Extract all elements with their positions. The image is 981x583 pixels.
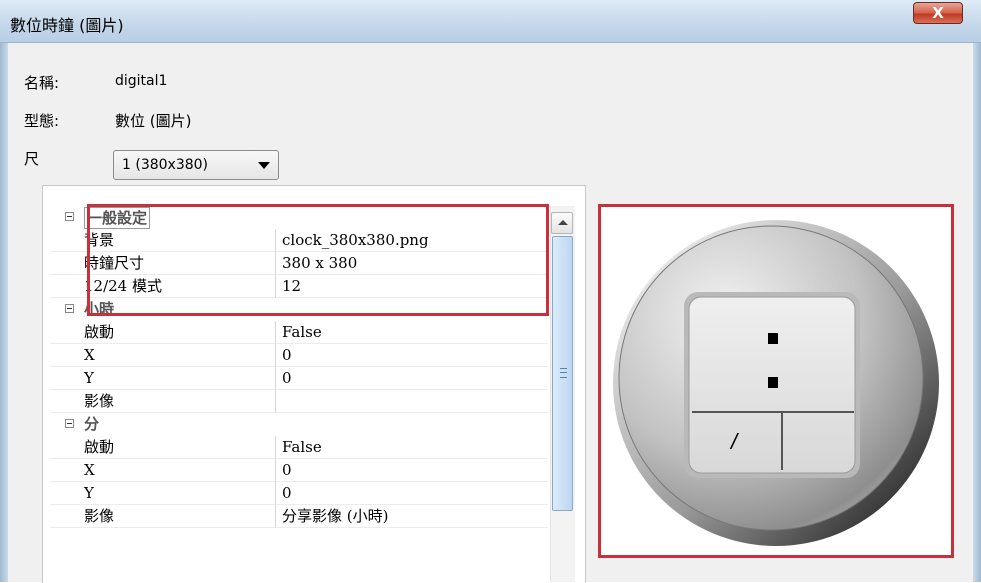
- property-key: 影像: [50, 390, 275, 413]
- property-row[interactable]: Y 0: [50, 482, 548, 505]
- property-value[interactable]: 分享影像 (小時): [275, 505, 548, 528]
- scrollbar-thumb[interactable]: [552, 236, 573, 511]
- highlight-box-general-settings: [87, 204, 549, 316]
- property-key: X: [50, 459, 275, 482]
- chevron-down-icon: [258, 162, 270, 169]
- property-value[interactable]: 0: [275, 459, 548, 482]
- property-value[interactable]: 0: [275, 344, 548, 367]
- property-key: 啟動: [50, 436, 275, 459]
- property-key: Y: [50, 482, 275, 505]
- property-row[interactable]: Y 0: [50, 367, 548, 390]
- scroll-up-arrow-icon[interactable]: [551, 212, 573, 234]
- property-row[interactable]: 啟動 False: [50, 436, 548, 459]
- property-row[interactable]: 影像 分享影像 (小時): [50, 505, 548, 528]
- property-key: 啟動: [50, 321, 275, 344]
- property-value[interactable]: False: [275, 436, 548, 459]
- name-label: 名稱:: [24, 74, 60, 92]
- size-dropdown[interactable]: 1 (380x380): [113, 150, 279, 180]
- type-label: 型態:: [24, 112, 60, 130]
- collapse-icon[interactable]: [65, 304, 74, 313]
- collapse-icon[interactable]: [65, 419, 74, 428]
- window-right-border: [973, 0, 981, 582]
- property-row[interactable]: X 0: [50, 344, 548, 367]
- grip-icon: [560, 368, 567, 378]
- property-key: Y: [50, 367, 275, 390]
- collapse-icon[interactable]: [65, 212, 74, 221]
- property-row[interactable]: 影像: [50, 390, 548, 413]
- title-bar[interactable]: 數位時鐘 (圖片) X: [0, 0, 981, 43]
- property-value[interactable]: 0: [275, 367, 548, 390]
- close-button[interactable]: X: [913, 2, 963, 24]
- size-dropdown-value: 1 (380x380): [122, 157, 209, 173]
- property-row[interactable]: X 0: [50, 459, 548, 482]
- property-value[interactable]: False: [275, 321, 548, 344]
- property-key: 影像: [50, 505, 275, 528]
- size-label: 尺: [24, 150, 40, 168]
- type-value: 數位 (圖片): [115, 112, 192, 130]
- property-value[interactable]: 0: [275, 482, 548, 505]
- vertical-scrollbar[interactable]: [550, 206, 575, 582]
- window-left-border: [0, 0, 8, 582]
- property-value[interactable]: [275, 390, 548, 413]
- name-value: digital1: [115, 73, 168, 89]
- window-title: 數位時鐘 (圖片): [10, 16, 124, 35]
- property-row[interactable]: 啟動 False: [50, 321, 548, 344]
- category-minute[interactable]: 分: [50, 413, 548, 436]
- category-title: 分: [84, 415, 100, 433]
- property-key: X: [50, 344, 275, 367]
- highlight-box-preview: [598, 204, 954, 558]
